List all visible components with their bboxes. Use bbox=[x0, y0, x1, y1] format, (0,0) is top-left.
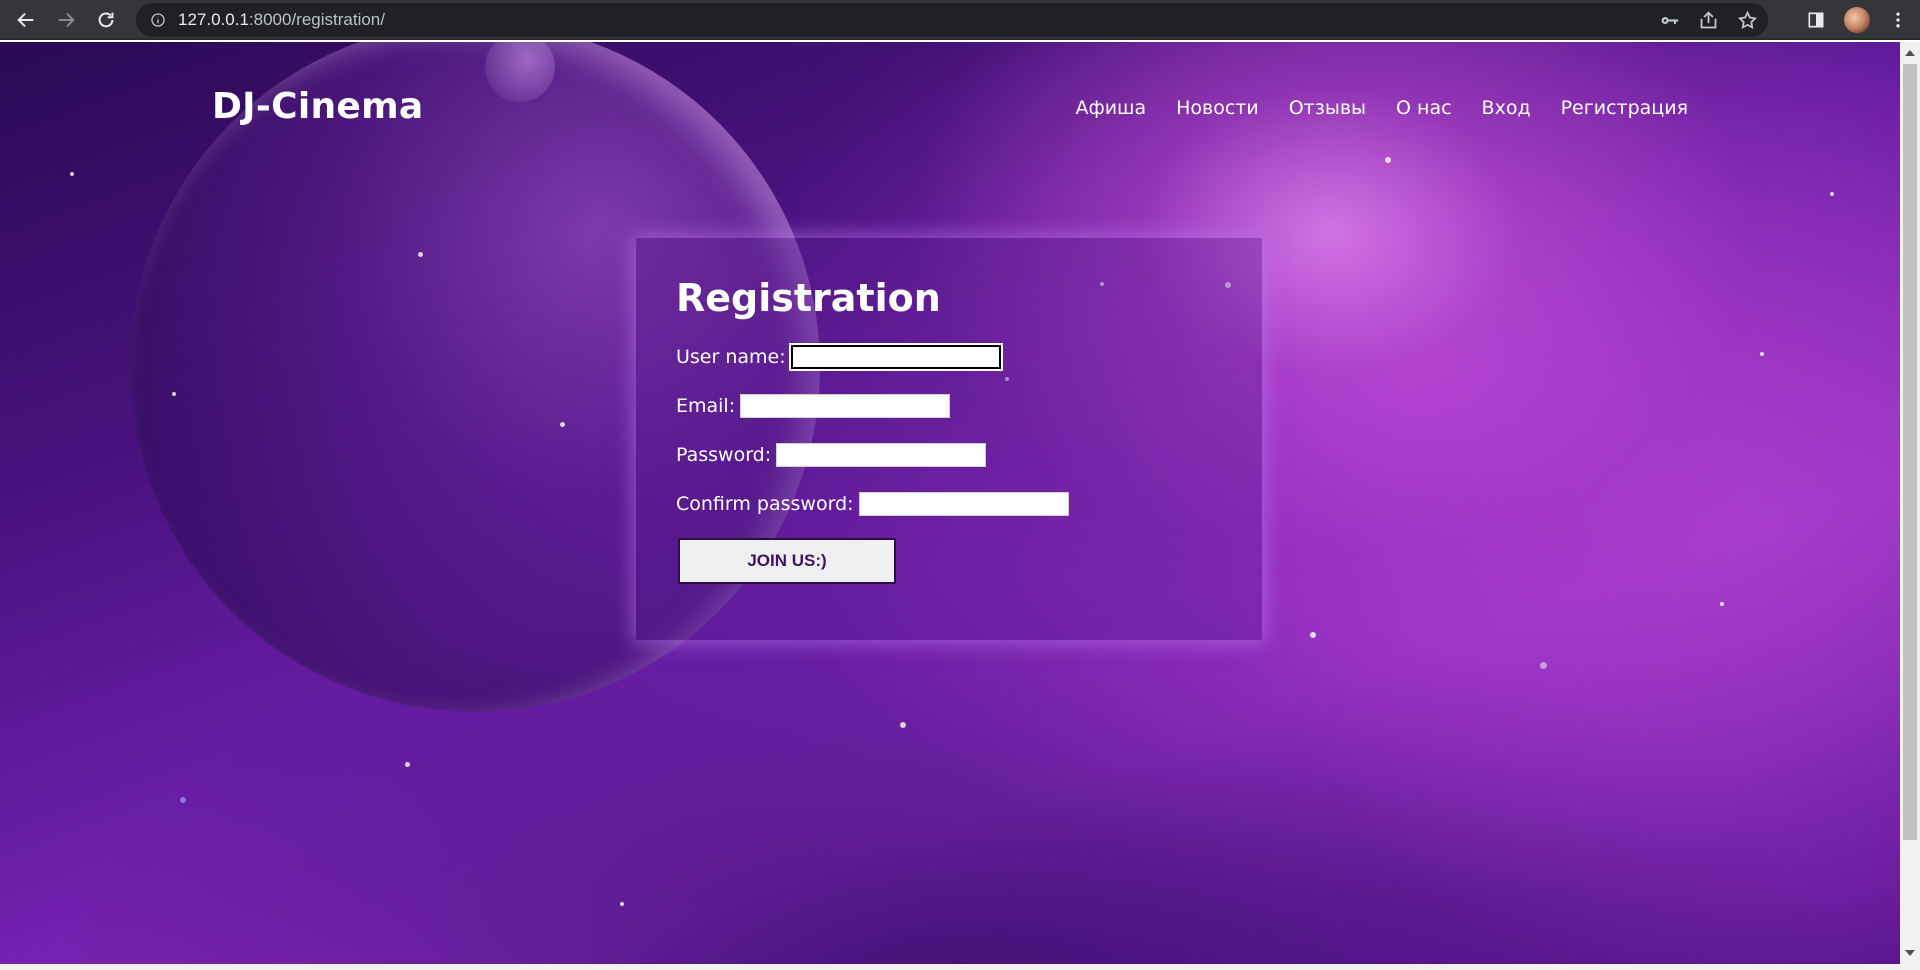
site-logo[interactable]: DJ-Cinema bbox=[212, 86, 424, 127]
background-star bbox=[620, 902, 624, 906]
username-label: User name: bbox=[676, 346, 786, 368]
reload-button[interactable] bbox=[86, 0, 126, 40]
scroll-down-arrow-icon[interactable] bbox=[1905, 950, 1915, 956]
arrow-right-icon bbox=[58, 12, 75, 28]
browser-actions bbox=[1806, 0, 1920, 40]
email-label: Email: bbox=[676, 395, 736, 417]
password-input[interactable] bbox=[776, 443, 987, 467]
kebab-menu-icon[interactable] bbox=[1888, 10, 1908, 30]
url-text[interactable]: 127.0.0.1:8000/registration/ bbox=[178, 10, 385, 30]
email-row: Email: bbox=[676, 391, 1222, 421]
background-star bbox=[1385, 157, 1391, 163]
confirm-password-input[interactable] bbox=[858, 492, 1069, 516]
nav-link-afisha[interactable]: Афиша bbox=[1075, 97, 1146, 119]
background-star bbox=[172, 392, 176, 396]
background-star bbox=[1310, 632, 1316, 638]
browser-toolbar: 127.0.0.1:8000/registration/ bbox=[0, 0, 1920, 40]
forward-button[interactable] bbox=[46, 0, 86, 40]
background-star bbox=[1540, 662, 1547, 669]
nav-link-reviews[interactable]: Отзывы bbox=[1289, 97, 1366, 119]
bottom-edge bbox=[0, 964, 1920, 970]
page-viewport: DJ-Cinema Афиша Новости Отзывы О нас Вхо… bbox=[0, 42, 1900, 964]
registration-card: Registration User name: Email: Password:… bbox=[636, 238, 1262, 640]
background-star bbox=[1830, 192, 1834, 196]
scroll-up-arrow-icon[interactable] bbox=[1905, 50, 1915, 56]
nav-link-about[interactable]: О нас bbox=[1396, 97, 1452, 119]
background-star bbox=[1720, 602, 1724, 606]
side-panel-icon[interactable] bbox=[1806, 10, 1826, 30]
email-input[interactable] bbox=[740, 394, 951, 418]
nav-link-registration[interactable]: Регистрация bbox=[1561, 97, 1688, 119]
nav-link-news[interactable]: Новости bbox=[1176, 97, 1259, 119]
url-path: :8000/registration/ bbox=[248, 10, 385, 29]
back-button[interactable] bbox=[6, 0, 46, 40]
background-star bbox=[180, 797, 186, 803]
share-icon[interactable] bbox=[1698, 10, 1719, 31]
password-row: Password: bbox=[676, 440, 1222, 470]
username-input[interactable] bbox=[788, 343, 1003, 371]
arrow-left-icon bbox=[17, 12, 34, 28]
background-star bbox=[1760, 352, 1764, 356]
background-star bbox=[560, 422, 565, 427]
vertical-scrollbar[interactable] bbox=[1900, 42, 1920, 964]
main-nav: Афиша Новости Отзывы О нас Вход Регистра… bbox=[1075, 97, 1688, 119]
star-icon[interactable] bbox=[1737, 10, 1758, 31]
confirm-password-label: Confirm password: bbox=[676, 493, 854, 515]
username-row: User name: bbox=[676, 342, 1222, 372]
join-button[interactable]: JOIN US:) bbox=[678, 538, 896, 584]
profile-avatar[interactable] bbox=[1844, 7, 1870, 33]
scroll-thumb[interactable] bbox=[1903, 64, 1917, 840]
url-host: 127.0.0.1 bbox=[178, 10, 249, 29]
info-icon[interactable] bbox=[150, 12, 166, 28]
background-star bbox=[405, 762, 410, 767]
form-title: Registration bbox=[676, 276, 941, 320]
address-bar[interactable]: 127.0.0.1:8000/registration/ bbox=[136, 3, 1768, 37]
background-star bbox=[70, 172, 74, 176]
confirm-password-row: Confirm password: bbox=[676, 489, 1222, 519]
address-bar-actions bbox=[1659, 3, 1758, 37]
key-icon[interactable] bbox=[1659, 10, 1680, 31]
background-star bbox=[900, 722, 906, 728]
password-label: Password: bbox=[676, 444, 772, 466]
reload-icon bbox=[98, 12, 114, 28]
nav-link-login[interactable]: Вход bbox=[1482, 97, 1531, 119]
background-star bbox=[418, 252, 423, 257]
